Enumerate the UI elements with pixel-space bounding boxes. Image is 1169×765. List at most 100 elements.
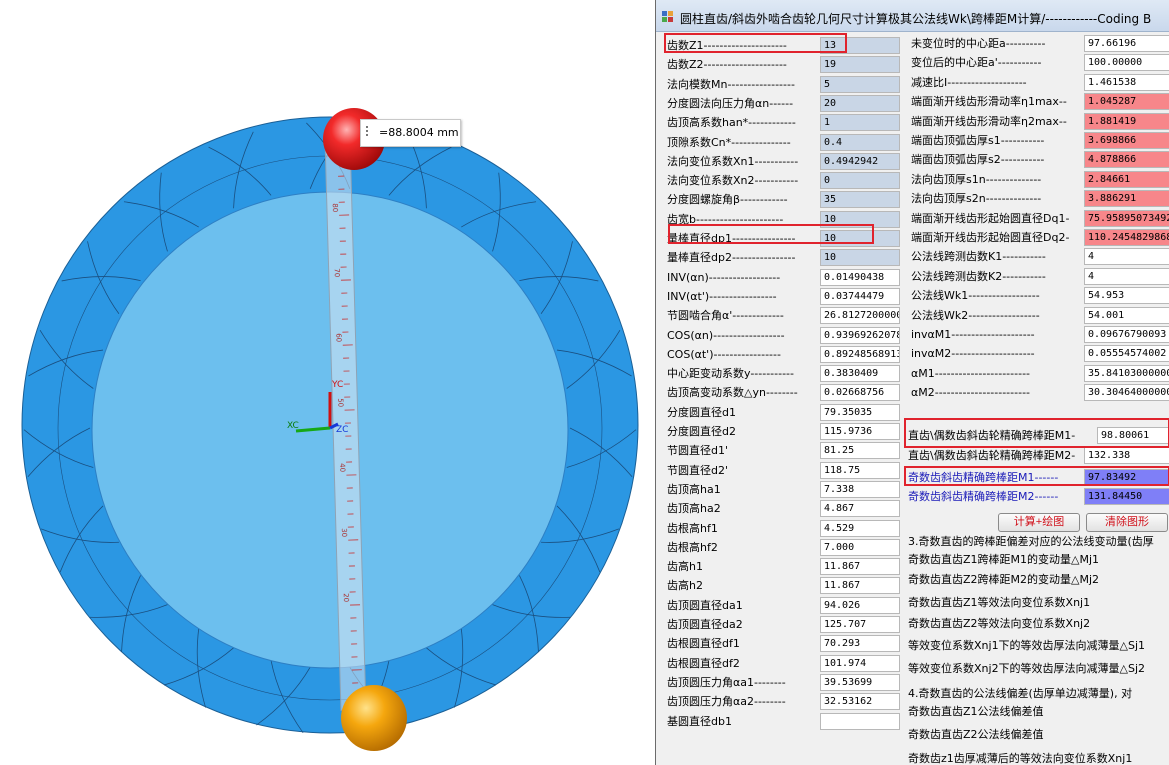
param-label: 法向齿顶厚s1n-------------- xyxy=(911,172,1042,186)
result-field[interactable]: 0.02668756 xyxy=(820,384,900,402)
result-field[interactable]: 4 xyxy=(1084,248,1169,266)
clear-drawing-button[interactable]: 清除图形 xyxy=(1086,513,1168,532)
param-input[interactable]: 20 xyxy=(820,94,900,112)
param-label: INV(αn)------------------ xyxy=(667,270,781,284)
param-label: 法向变位系数Xn1----------- xyxy=(667,154,799,168)
result-field[interactable]: 7.000 xyxy=(820,538,900,556)
result-field[interactable]: 125.707 xyxy=(820,616,900,633)
span-measurement-label: 奇数齿斜齿精确跨棒距M2------ xyxy=(908,490,1059,503)
param-label: 量棒直径dp2---------------- xyxy=(667,251,796,265)
param-input[interactable]: 0 xyxy=(820,172,900,190)
param-label: 法向齿顶厚s2n-------------- xyxy=(911,192,1042,206)
result-field[interactable]: 0.01490438 xyxy=(820,268,900,286)
axis-label-xc: XC xyxy=(287,421,299,431)
param-input[interactable]: 10 xyxy=(820,249,900,267)
cad-viewport[interactable]: 80 70 60 50 40 30 20 YC XC ZC =88.8004 mm xyxy=(0,0,655,765)
param-label: 齿高h2 xyxy=(667,579,703,593)
param-label: 齿根圆直径df1 xyxy=(667,637,740,651)
span-measurement-value[interactable]: 131.84450 xyxy=(1084,488,1169,505)
result-field[interactable]: 35.84103000000 xyxy=(1084,364,1169,382)
param-label: 分度圆直径d2 xyxy=(667,425,736,438)
result-field[interactable]: 94.026 xyxy=(820,596,900,614)
param-label: 公法线Wk2------------------ xyxy=(911,308,1040,322)
param-label: 顶隙系数Cn*--------------- xyxy=(667,135,791,149)
axis-label-zc: ZC xyxy=(336,425,348,435)
title-bar[interactable]: 圆柱直齿/斜齿外啮合齿轮几何尺寸计算极其公法线Wk\跨棒距M计算/-------… xyxy=(656,0,1169,32)
result-field[interactable]: 0.89248568913 xyxy=(820,345,900,363)
result-field[interactable]: 118.75 xyxy=(820,461,900,479)
result-field[interactable]: 30.30464000000 xyxy=(1084,384,1169,402)
result-field[interactable]: 0.09676790093 xyxy=(1084,326,1169,343)
result-field[interactable]: 11.867 xyxy=(820,558,900,576)
section-line: 奇数齿直齿Z2公法线偏差值 xyxy=(908,728,1044,741)
result-field[interactable]: 81.25 xyxy=(820,442,900,460)
param-label: 公法线跨测齿数K1----------- xyxy=(911,250,1046,264)
param-input[interactable]: 1 xyxy=(820,114,900,132)
param-label: αM1------------------------ xyxy=(911,366,1031,380)
span-measurement-label: 直齿\偶数齿斜齿轮精确跨棒距M2- xyxy=(908,449,1076,462)
result-field[interactable]: 2.84661 xyxy=(1084,170,1169,188)
result-field[interactable]: 0.03744479 xyxy=(820,287,900,305)
param-label: 减速比I-------------------- xyxy=(911,75,1027,89)
result-field[interactable]: 4.529 xyxy=(820,519,900,537)
param-input[interactable]: 19 xyxy=(820,56,900,74)
result-field[interactable]: 3.886291 xyxy=(1084,190,1169,208)
result-field[interactable]: 3.698866 xyxy=(1084,132,1169,149)
result-field[interactable]: 1.881419 xyxy=(1084,112,1169,130)
result-field[interactable]: 0.3830409 xyxy=(820,365,900,383)
result-field[interactable]: 101.974 xyxy=(820,654,900,672)
result-field[interactable]: 115.9736 xyxy=(820,423,900,440)
ruler-tick-label: 50 xyxy=(336,398,344,407)
param-label: 变位后的中心距a'----------- xyxy=(911,56,1042,70)
result-field[interactable]: 0.93969262078 xyxy=(820,326,900,344)
param-label: 齿数Z2--------------------- xyxy=(667,58,787,72)
drag-grip-icon[interactable] xyxy=(366,126,374,140)
result-field[interactable]: 54.001 xyxy=(1084,306,1169,324)
param-label: COS(αt')----------------- xyxy=(667,347,781,361)
result-field[interactable]: 54.953 xyxy=(1084,287,1169,305)
param-input[interactable]: 5 xyxy=(820,75,900,93)
measurement-label[interactable]: =88.8004 mm xyxy=(360,119,461,147)
result-field[interactable]: 39.53699 xyxy=(820,673,900,691)
param-label: 公法线Wk1------------------ xyxy=(911,289,1040,303)
calculate-and-draw-button[interactable]: 计算+绘图 xyxy=(998,513,1080,532)
param-label: 中心距变动系数y----------- xyxy=(667,367,794,381)
ruler-tick-label: 70 xyxy=(333,268,341,277)
param-label: 齿顶高ha2 xyxy=(667,502,721,516)
param-label: αM2------------------------ xyxy=(911,386,1031,400)
result-field[interactable]: 26.81272000000 xyxy=(820,307,900,325)
result-field[interactable]: 32.53162 xyxy=(820,693,900,711)
param-label: INV(αt')----------------- xyxy=(667,289,777,303)
result-field[interactable]: 79.35035 xyxy=(820,403,900,421)
result-field[interactable]: 97.66196 xyxy=(1084,35,1169,52)
param-label: 分度圆螺旋角β------------ xyxy=(667,193,788,207)
highlight-m1-even xyxy=(904,418,1169,448)
gear-model-canvas[interactable]: 80 70 60 50 40 30 20 YC XC ZC xyxy=(0,0,655,765)
section-line: 等效变位系数Xnj1下的等效齿厚法向减薄量△Sj1 xyxy=(908,639,1146,652)
result-field[interactable]: 110.2454829868 xyxy=(1084,229,1169,246)
param-input[interactable]: 35 xyxy=(820,191,900,209)
result-field[interactable]: 70.293 xyxy=(820,635,900,653)
result-field[interactable]: 4 xyxy=(1084,267,1169,285)
result-field[interactable]: 1.045287 xyxy=(1084,93,1169,111)
result-field[interactable]: 4.878866 xyxy=(1084,151,1169,169)
param-label: 齿顶高系数han*------------ xyxy=(667,116,796,130)
result-field[interactable]: 100.00000 xyxy=(1084,54,1169,72)
measure-ball-bottom[interactable] xyxy=(341,685,407,751)
param-label: 端面渐开线齿形起始圆直径Dq2- xyxy=(911,231,1070,244)
result-field[interactable]: 0.05554574002 xyxy=(1084,345,1169,363)
param-input[interactable]: 0.4942942 xyxy=(820,152,900,170)
param-label: invαM2--------------------- xyxy=(911,347,1035,361)
section-line: 奇数齿直齿Z1公法线偏差值 xyxy=(908,705,1044,718)
span-measurement-value[interactable]: 132.338 xyxy=(1084,447,1169,464)
result-field[interactable]: 11.867 xyxy=(820,577,900,595)
result-field[interactable]: 1.461538 xyxy=(1084,73,1169,91)
result-field[interactable]: 75.95895073492 xyxy=(1084,209,1169,227)
param-label: 节圆直径d2' xyxy=(667,463,729,477)
result-field[interactable]: 7.338 xyxy=(820,480,900,498)
param-label: 端面齿顶弧齿厚s2----------- xyxy=(911,153,1045,167)
section-heading: 3.奇数直齿的跨棒距偏差对应的公法线变动量(齿厚 xyxy=(908,535,1154,548)
param-input[interactable]: 0.4 xyxy=(820,133,900,151)
result-field[interactable] xyxy=(820,712,900,730)
result-field[interactable]: 4.867 xyxy=(820,500,900,518)
